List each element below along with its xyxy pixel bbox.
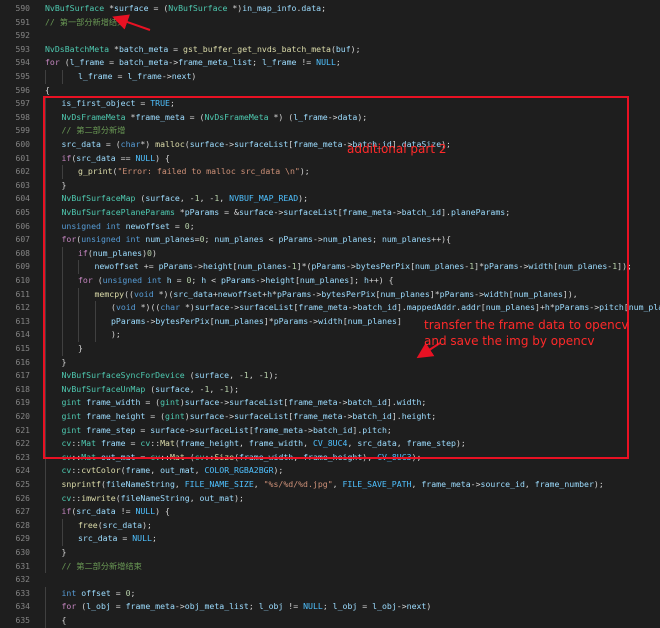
annotation-transfer-line1: transfer the frame data to opencv — [424, 318, 629, 332]
code-token: != — [115, 506, 136, 517]
indent-guide — [61, 518, 63, 533]
line-number: 635 — [15, 616, 30, 625]
code-text: free(src_data); — [78, 519, 152, 533]
code-line[interactable]: 635 { — [0, 614, 660, 628]
code-text: src_data = NULL; — [78, 532, 157, 546]
code-token: = — [110, 587, 126, 598]
code-token: src_data — [78, 533, 118, 544]
code-token: ) — [426, 601, 432, 612]
line-number: 631 — [15, 561, 30, 571]
indent-guide — [61, 532, 63, 546]
code-token: ; — [248, 601, 259, 612]
indent-guide — [45, 532, 46, 546]
code-token: src_data — [76, 506, 116, 517]
code-token: // 第二部分新增结束 — [61, 560, 142, 571]
code-token: ( — [76, 601, 87, 612]
annotation-transfer-line2: and save the img by opencv — [424, 334, 595, 348]
code-token: -> — [396, 601, 407, 612]
code-token: ; — [130, 587, 136, 598]
code-token: offset — [81, 587, 111, 598]
code-token: } — [61, 547, 67, 557]
code-token: NULL — [303, 601, 323, 612]
code-token: l_obj — [258, 601, 284, 612]
code-token: != — [283, 601, 304, 612]
code-token: NULL — [135, 506, 156, 517]
code-line[interactable]: 627 if(src_data != NULL) { — [0, 505, 660, 519]
code-token: { — [61, 615, 67, 625]
line-number: 627 — [15, 507, 30, 517]
arrow-to-comment — [112, 14, 151, 31]
code-line[interactable]: 629 src_data = NULL; — [0, 532, 660, 546]
code-token: = — [357, 601, 373, 612]
line-number: 633 — [15, 588, 30, 598]
line-number: 628 — [15, 520, 30, 530]
code-text: for (l_obj = frame_meta->obj_meta_list; … — [62, 600, 432, 614]
code-line[interactable]: 631 // 第二部分新增结束 — [0, 559, 660, 574]
indent-guide — [45, 546, 46, 560]
code-token: next — [406, 601, 427, 612]
code-text: if(src_data != NULL) { — [62, 505, 170, 519]
annotation-arrows — [112, 14, 441, 359]
code-token: -> — [174, 601, 185, 612]
indent-guide — [45, 518, 46, 533]
code-text: } — [62, 546, 67, 560]
indent-guide — [45, 586, 46, 601]
code-token: frame_meta — [125, 601, 175, 612]
code-token: ); — [142, 519, 152, 530]
code-token: l_obj — [86, 601, 111, 612]
code-text: { — [62, 614, 67, 628]
code-token: ; — [322, 601, 333, 612]
code-line[interactable]: 628 free(src_data); — [0, 518, 660, 533]
annotation-additional-part2: additional part 2 — [347, 142, 447, 156]
indent-guide — [45, 559, 46, 574]
code-token: ; — [151, 533, 157, 544]
code-text: int offset = 0; — [62, 587, 136, 601]
code-token: if — [61, 506, 72, 517]
code-line[interactable]: 632 — [0, 573, 660, 587]
indent-guide — [45, 600, 46, 614]
code-token: int — [61, 587, 77, 598]
indent-guide — [45, 614, 46, 628]
code-text: // 第二部分新增结束 — [62, 560, 142, 574]
code-token: src_data — [102, 519, 143, 530]
line-number: 629 — [15, 534, 30, 544]
line-number: 632 — [15, 575, 30, 585]
code-token: free — [78, 519, 98, 530]
code-token: = — [110, 601, 126, 612]
code-line[interactable]: 630} — [0, 546, 660, 560]
code-line[interactable]: 634 for (l_obj = frame_meta->obj_meta_lis… — [0, 600, 660, 614]
code-token: ) { — [155, 506, 170, 517]
line-number: 634 — [15, 602, 30, 612]
code-token: NULL — [132, 533, 152, 544]
code-token: = — [117, 533, 133, 544]
code-line[interactable]: 633 int offset = 0; — [0, 586, 660, 601]
code-token: for — [61, 601, 77, 612]
code-token: l_obj — [332, 601, 358, 612]
code-token: obj_meta_list — [184, 601, 249, 612]
code-token: l_obj — [372, 601, 397, 612]
indent-guide — [45, 505, 46, 519]
line-number: 630 — [15, 548, 30, 557]
